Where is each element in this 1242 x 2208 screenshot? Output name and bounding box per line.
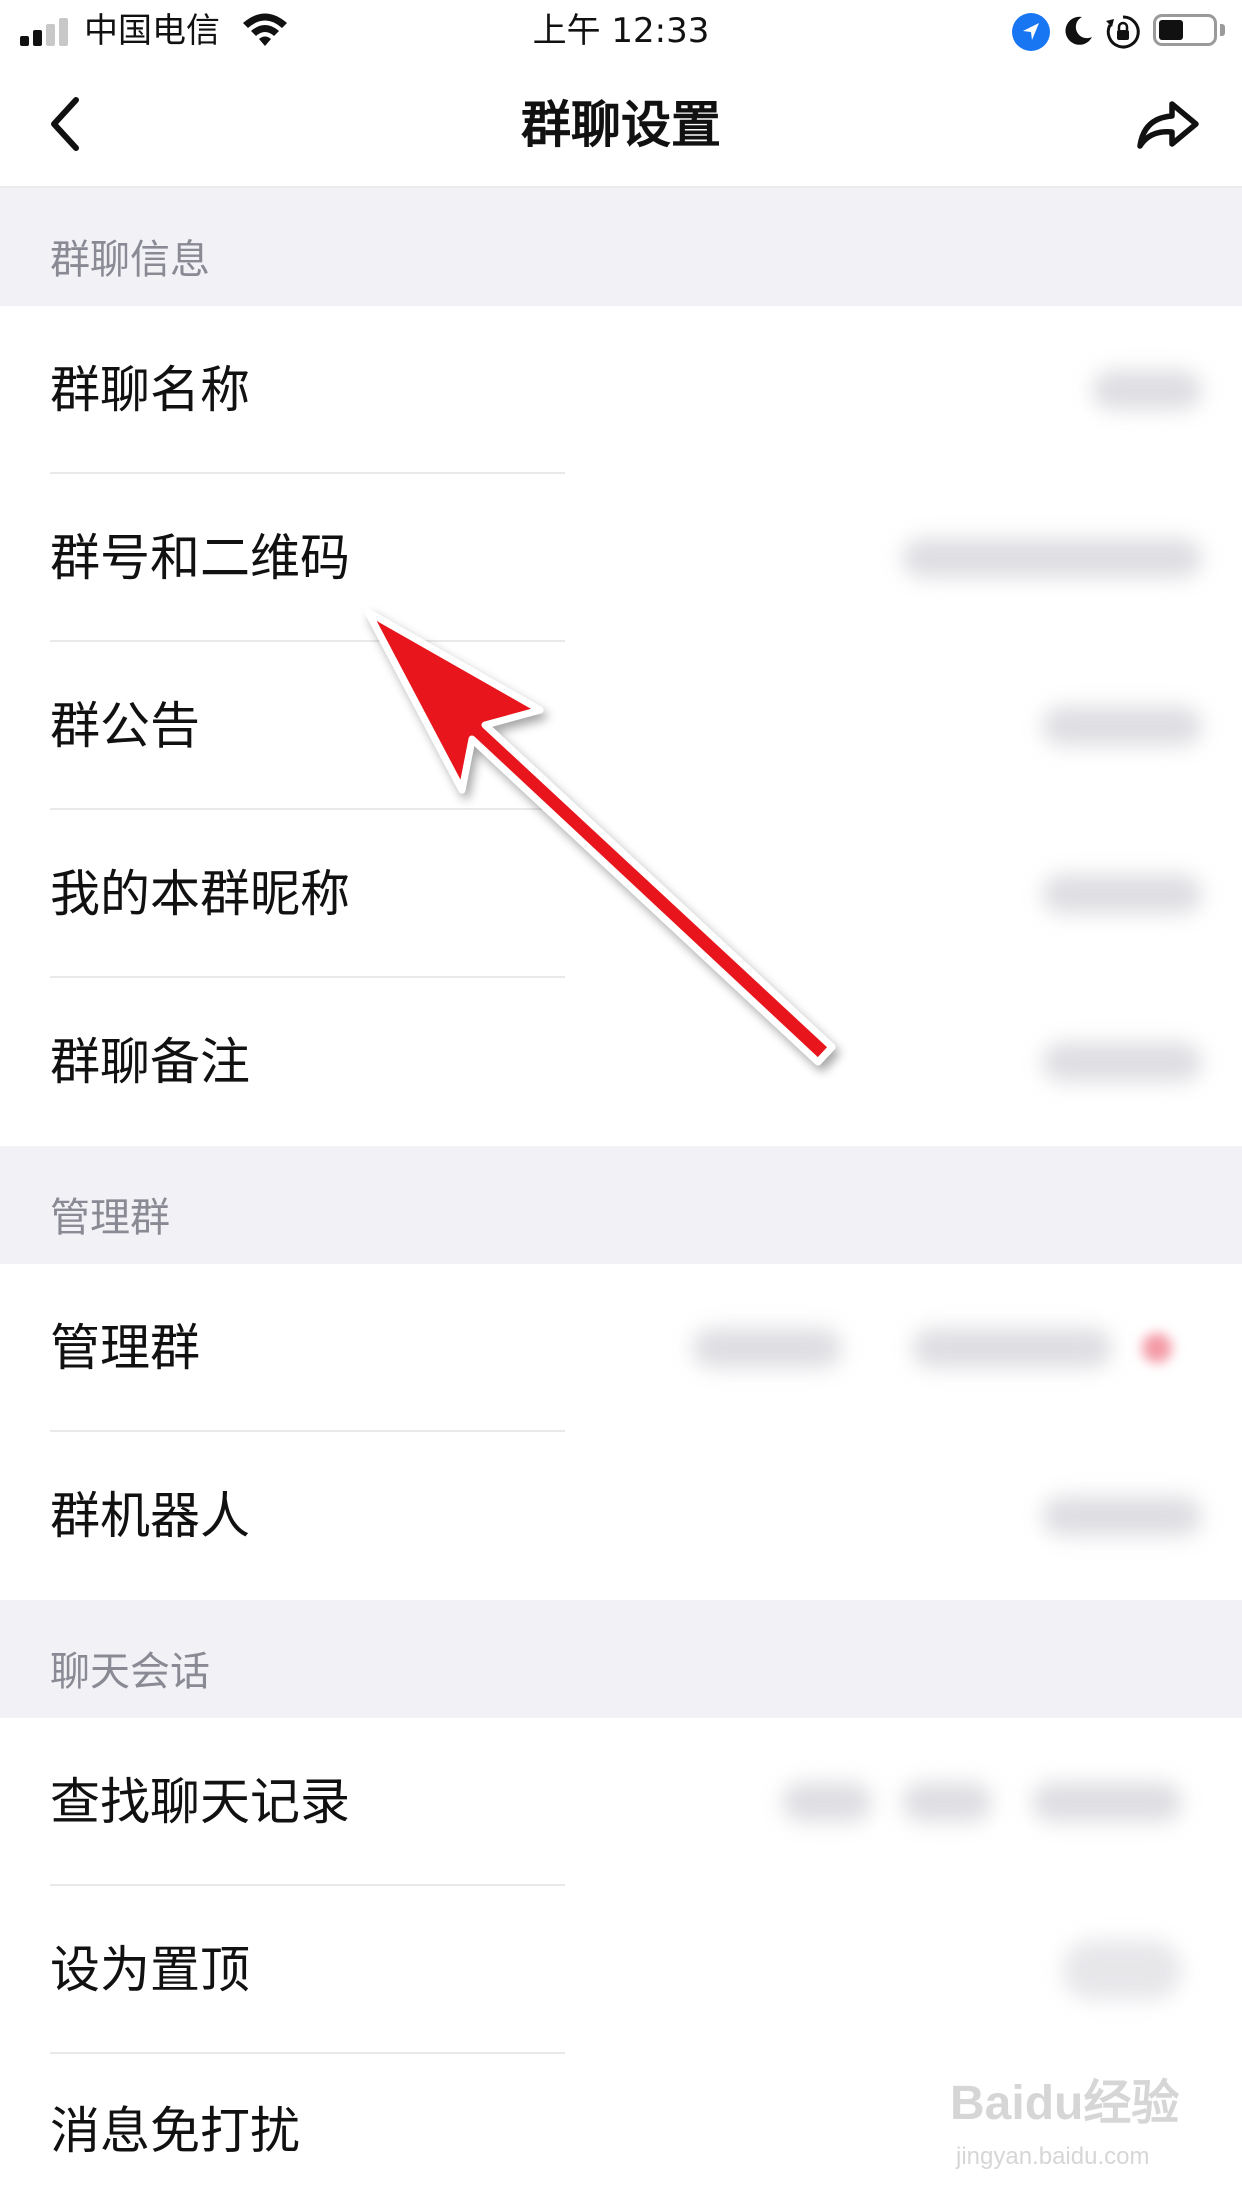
- row-label: 群公告: [50, 697, 200, 755]
- row-label: 群聊名称: [50, 361, 250, 419]
- blurred-value: [1042, 1496, 1202, 1536]
- row-label: 消息免打扰: [50, 2102, 300, 2160]
- blurred-value: [902, 1782, 992, 1822]
- baidu-jingyan-watermark: Baidu经验 jingyan.baidu.com: [950, 2068, 1210, 2188]
- row-label: 群号和二维码: [50, 529, 350, 587]
- blurred-value: [912, 1328, 1112, 1368]
- row-label: 我的本群昵称: [50, 865, 350, 923]
- navigation-bar: 群聊设置: [0, 62, 1242, 188]
- red-dot-badge: [1142, 1333, 1172, 1363]
- blurred-toggle-switch[interactable]: [1062, 1940, 1182, 2000]
- page-title: 群聊设置: [521, 96, 721, 154]
- section-header-group-info: 群聊信息: [0, 188, 1242, 306]
- section-header-label: 管理群: [50, 1195, 170, 1241]
- blurred-value: [1042, 1042, 1202, 1082]
- watermark-logo: Baidu经验: [950, 2077, 1180, 2130]
- share-icon[interactable]: [1136, 96, 1200, 152]
- watermark-url: jingyan.baidu.com: [956, 2143, 1150, 2170]
- row-label: 设为置顶: [50, 1941, 250, 1999]
- row-manage-group[interactable]: 管理群: [0, 1264, 1242, 1432]
- blurred-value: [1042, 706, 1202, 746]
- row-group-remark[interactable]: 群聊备注: [0, 978, 1242, 1146]
- battery-icon: [1153, 14, 1217, 46]
- orientation-lock-icon: [1106, 15, 1140, 49]
- row-label: 查找聊天记录: [50, 1773, 350, 1831]
- battery-cap: [1220, 24, 1225, 36]
- row-my-group-nickname[interactable]: 我的本群昵称: [0, 810, 1242, 978]
- status-bar: 中国电信 上午 12:33: [0, 0, 1242, 62]
- row-pin-to-top[interactable]: 设为置顶: [0, 1886, 1242, 2054]
- row-group-number-qrcode[interactable]: 群号和二维码: [0, 474, 1242, 642]
- do-not-disturb-moon-icon: [1065, 16, 1092, 45]
- blurred-value: [782, 1782, 872, 1822]
- blurred-value: [1042, 874, 1202, 914]
- blurred-value: [692, 1328, 842, 1368]
- blurred-value: [902, 538, 1202, 578]
- section-header-label: 群聊信息: [50, 237, 210, 283]
- row-group-announcement[interactable]: 群公告: [0, 642, 1242, 810]
- row-group-name[interactable]: 群聊名称: [0, 306, 1242, 474]
- row-label: 管理群: [50, 1319, 200, 1377]
- section-header-label: 聊天会话: [50, 1649, 210, 1695]
- section-header-manage-group: 管理群: [0, 1146, 1242, 1264]
- row-group-robot[interactable]: 群机器人: [0, 1432, 1242, 1600]
- row-label: 群机器人: [50, 1487, 250, 1545]
- row-label: 群聊备注: [50, 1033, 250, 1091]
- blurred-value: [1092, 370, 1202, 410]
- row-search-chat-history[interactable]: 查找聊天记录: [0, 1718, 1242, 1886]
- blurred-value: [1032, 1782, 1182, 1822]
- section-header-chat-session: 聊天会话: [0, 1600, 1242, 1718]
- location-icon: [1012, 13, 1050, 51]
- clock-time: 上午 12:33: [532, 11, 710, 51]
